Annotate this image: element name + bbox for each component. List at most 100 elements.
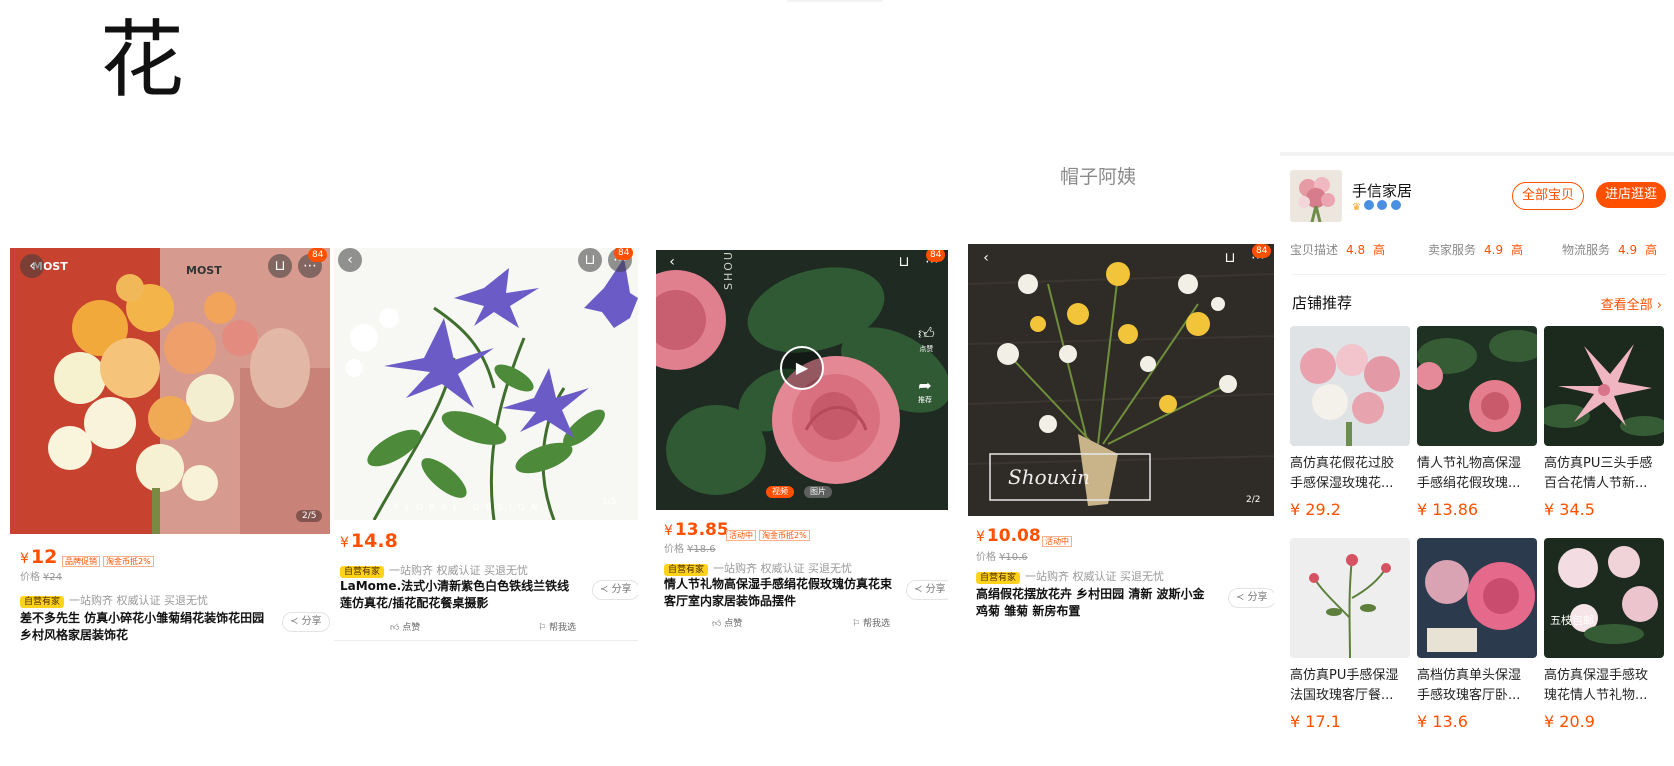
item-thumbnail[interactable]: [1290, 326, 1410, 446]
product-price: ¥12: [20, 546, 57, 568]
recommended-item[interactable]: 情人节礼物高保湿 手感绢花假玫瑰... ¥ 13.86: [1417, 326, 1537, 519]
help-label: 帮我选: [862, 619, 890, 629]
recommended-item[interactable]: 高仿真PU三头手感 百合花情人节新... ¥ 34.5: [1544, 326, 1664, 519]
share-label: 分享: [925, 584, 946, 595]
help-label: 帮我选: [548, 623, 576, 633]
back-button[interactable]: ‹: [660, 250, 684, 274]
help-choose-button[interactable]: ⚐ 帮我选: [538, 620, 576, 633]
store-panel: 手信家居 ♛ 全部宝贝 进店逛逛 宝贝描述 4.8 高 卖家服务 4.9 高 物流服务 4…: [1280, 152, 1674, 766]
product-card-4[interactable]: Shouxin ‹ ⊔ ⋯ 84 2/2 ¥10.08 活动中 价格 ¥10.6 …: [968, 244, 1274, 624]
side-like-icon[interactable]: 👍︎ 点赞: [918, 324, 935, 354]
product-title[interactable]: 情人节礼物高保湿手感绢花假玫瑰仿真花束客厅室内家居装饰品摆件: [664, 576, 894, 610]
recommended-item[interactable]: 五枝包邮 高仿真保湿手感玫 瑰花情人节礼物... ¥ 20.9: [1544, 538, 1664, 731]
share-label: 分享: [301, 616, 322, 627]
guarantee-line: 自营有家 一站购齐 权威认证 买退无忧: [20, 592, 208, 608]
diamond-icon: [1377, 200, 1388, 210]
like-button[interactable]: 👍︎ 点赞: [390, 620, 420, 633]
share-button[interactable]: ≺ 分享: [592, 580, 638, 600]
product-photo[interactable]: Shouxin: [968, 244, 1274, 516]
cart-icon[interactable]: ⊔: [578, 248, 602, 272]
item-thumbnail[interactable]: 五枝包邮: [1544, 538, 1664, 658]
rating-seller-service: 卖家服务 4.9 高: [1428, 241, 1523, 258]
product-title[interactable]: LaMome.法式小清新紫色白色铁线兰铁线莲仿真花/插花配花餐桌摄影: [340, 578, 580, 612]
price-value: 12: [30, 546, 58, 568]
side-recommend-icon[interactable]: ➦ 推荐: [918, 376, 932, 405]
product-photo[interactable]: FLORAL DESIGN: [334, 248, 638, 520]
share-button[interactable]: ≺ 分享: [282, 612, 330, 632]
back-button[interactable]: ‹: [20, 254, 44, 278]
notification-badge: 84: [308, 248, 328, 262]
video-tab-pill[interactable]: 视频: [766, 486, 794, 498]
photo-promo-text: 五枝包邮: [1550, 613, 1594, 627]
recommended-item[interactable]: 高仿真PU手感保湿 法国玫瑰客厅餐... ¥ 17.1: [1290, 538, 1410, 731]
enter-store-button[interactable]: 进店逛逛: [1596, 182, 1666, 208]
share-icon: ≺: [290, 616, 302, 627]
self-operated-badge: 自营有家: [340, 566, 385, 578]
all-items-button[interactable]: 全部宝贝: [1512, 182, 1584, 210]
rating-level: 高: [1373, 243, 1386, 257]
product-title[interactable]: 高绢假花摆放花卉 乡村田园 清新 波斯小金鸡菊 雏菊 新房布置: [976, 586, 1216, 620]
image-tab-pill[interactable]: 图片: [804, 486, 832, 498]
item-title-line: 法国玫瑰客厅餐...: [1290, 688, 1394, 703]
recommended-item[interactable]: 高仿真花假花过胶 手感保湿玫瑰花... ¥ 29.2: [1290, 326, 1410, 519]
photo-brand-text: Shouxin: [1008, 465, 1090, 489]
card-bottom-divider: [334, 640, 638, 641]
price-symbol: ¥: [664, 523, 673, 539]
item-price: ¥ 13.6: [1417, 712, 1468, 731]
view-all-link[interactable]: 查看全部 ›: [1601, 294, 1662, 313]
back-button[interactable]: ‹: [338, 248, 362, 272]
self-operated-badge: 自营有家: [20, 596, 65, 608]
like-button[interactable]: 👍︎ 点赞: [712, 616, 742, 629]
price-value: 13.85: [674, 520, 729, 540]
product-card-1[interactable]: MOST MOST ‹ ⊔ ⋯ 84 2/5 ¥12 品牌促销 淘金币抵2% 价格…: [10, 248, 330, 648]
item-price: ¥ 20.9: [1544, 712, 1595, 731]
guarantee-text: 一站购齐 权威认证 买退无忧: [1025, 570, 1165, 583]
price-symbol: ¥: [976, 529, 985, 545]
promo-tag: 活动中: [1042, 536, 1072, 547]
item-title-line: 高仿真PU三头手感: [1544, 456, 1653, 471]
rating-label: 卖家服务: [1428, 243, 1477, 257]
rating-label: 物流服务: [1562, 243, 1611, 257]
share-button[interactable]: ≺ 分享: [1228, 588, 1274, 608]
orig-value: ¥18.6: [687, 544, 716, 555]
panel-top-divider: [1280, 152, 1674, 156]
guarantee-line: 自营有家 一站购齐 权威认证 买退无忧: [340, 562, 528, 578]
notification-badge: 84: [926, 250, 946, 262]
product-card-3[interactable]: SHOUXIN ‹ ⊔ ⋯ 84 ▶ 👍︎ 点赞 ➦ 推荐 视频 图片 ¥13.85…: [656, 250, 948, 640]
guarantee-text: 一站购齐 权威认证 买退无忧: [713, 562, 853, 575]
cart-icon[interactable]: ⊔: [892, 250, 916, 274]
orig-value: ¥10.6: [999, 552, 1028, 563]
item-thumbnail[interactable]: [1290, 538, 1410, 658]
play-video-button[interactable]: ▶: [780, 346, 824, 390]
promo-tag: 品牌促销: [62, 556, 100, 567]
like-label: 点赞: [724, 619, 743, 629]
cart-icon[interactable]: ⊔: [268, 254, 292, 278]
original-price: 价格 ¥10.6: [976, 548, 1028, 563]
rating-logistics: 物流服务 4.9 高: [1562, 241, 1657, 258]
help-choose-button[interactable]: ⚐ 帮我选: [852, 616, 890, 629]
product-title[interactable]: 差不多先生 仿真小碎花小雏菊绢花装饰花田园乡村风格家居装饰花: [20, 610, 270, 644]
watermark-text: 帽子阿姨: [1060, 166, 1137, 188]
item-price: ¥ 13.86: [1417, 500, 1479, 519]
store-name[interactable]: 手信家居: [1352, 180, 1412, 201]
item-thumbnail[interactable]: [1417, 538, 1537, 658]
share-icon: ≺: [600, 584, 612, 595]
product-card-2[interactable]: FLORAL DESIGN ‹ ⊔ ⋯ 84 1/5 ¥14.8 自营有家 一站购…: [334, 248, 638, 648]
cart-icon[interactable]: ⊔: [1218, 246, 1242, 270]
item-thumbnail[interactable]: [1544, 326, 1664, 446]
help-choose-icon: ⚐: [852, 619, 863, 629]
item-thumbnail[interactable]: [1417, 326, 1537, 446]
price-value: 14.8: [350, 530, 398, 552]
rating-score: 4.9: [1618, 243, 1638, 257]
recommended-item[interactable]: 高档仿真单头保湿 手感玫瑰客厅卧... ¥ 13.6: [1417, 538, 1537, 731]
share-button[interactable]: ≺ 分享: [906, 580, 948, 600]
product-price: ¥14.8: [340, 530, 398, 552]
back-button[interactable]: ‹: [974, 246, 998, 270]
guarantee-line: 自营有家 一站购齐 权威认证 买退无忧: [976, 568, 1164, 584]
item-price: ¥ 17.1: [1290, 712, 1341, 731]
promo-tags: 活动中 淘金币抵2%: [726, 530, 813, 541]
product-photo[interactable]: MOST MOST: [10, 248, 330, 534]
svg-text:MOST: MOST: [186, 264, 222, 277]
store-avatar[interactable]: [1290, 170, 1342, 222]
divider: [1292, 274, 1666, 275]
